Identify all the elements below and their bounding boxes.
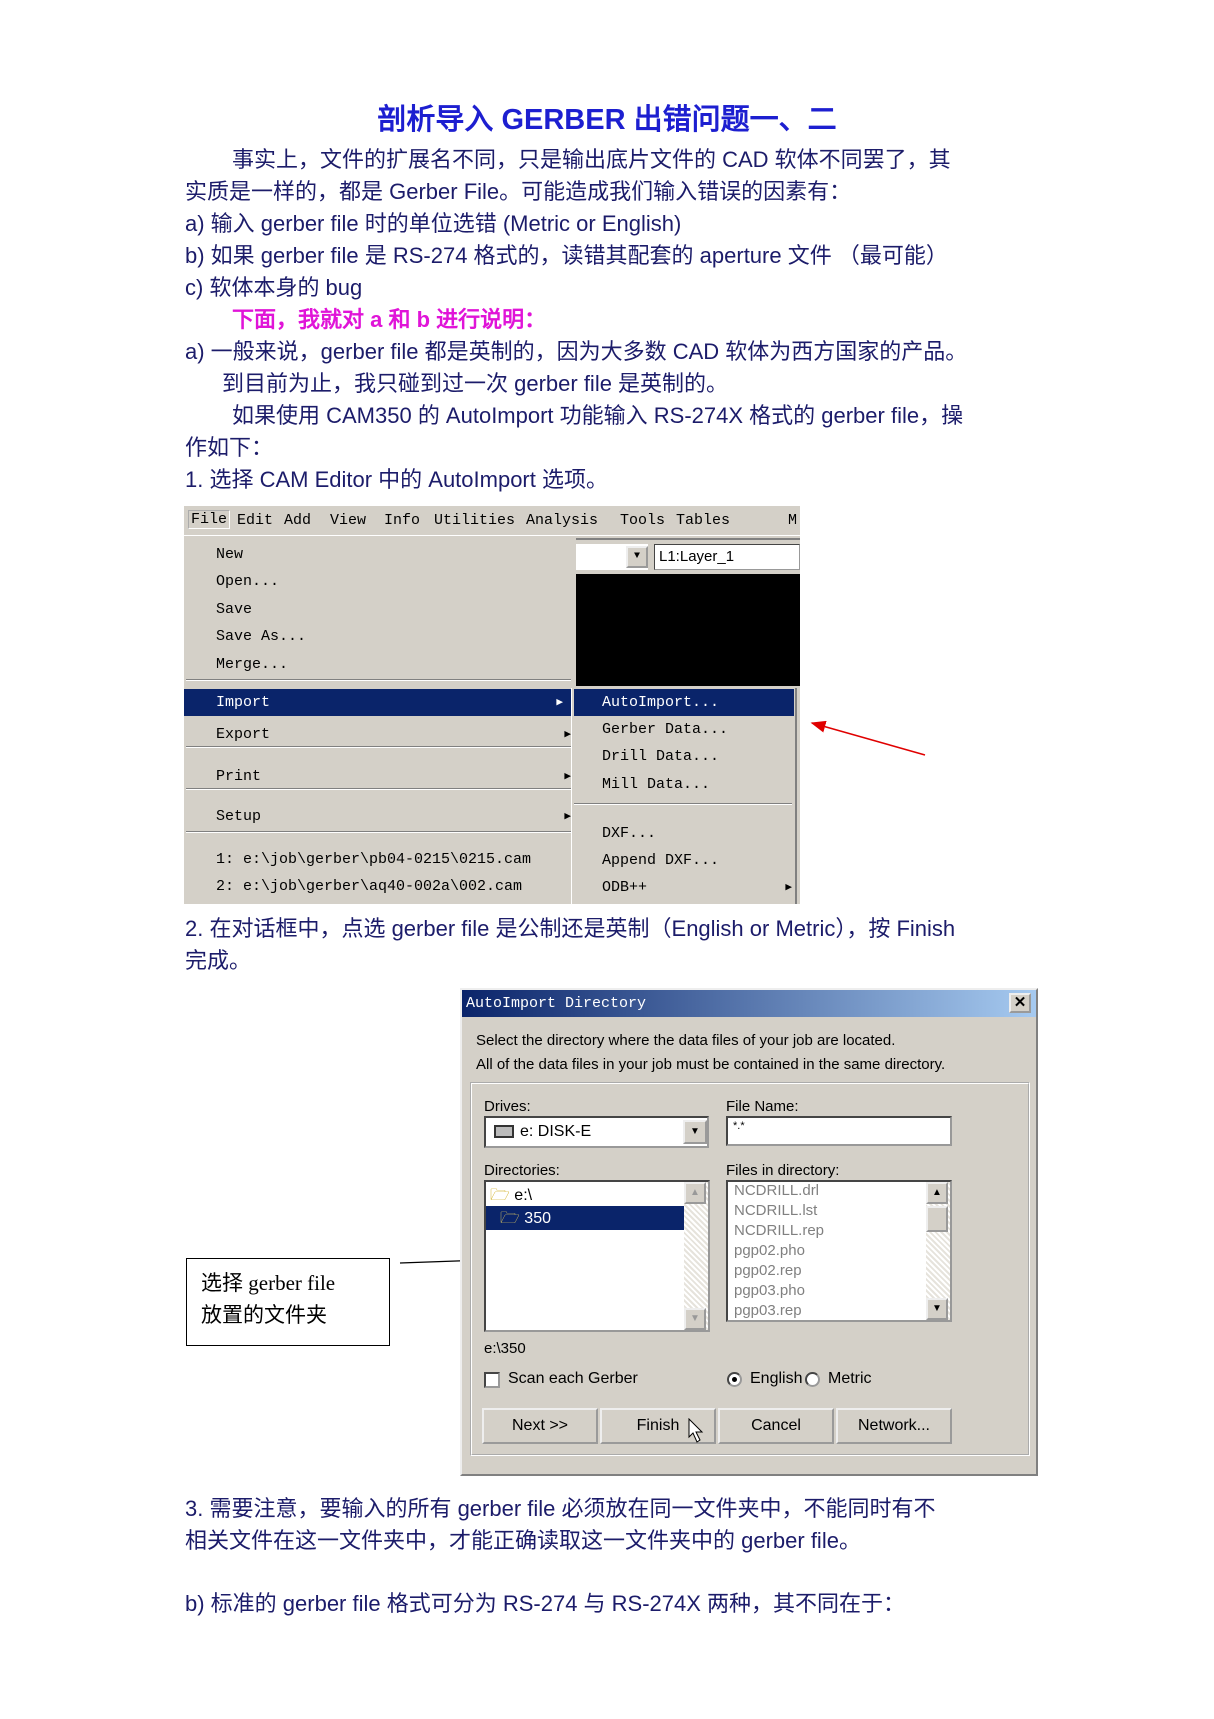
directories-label: Directories: <box>484 1162 560 1179</box>
scan-checkbox[interactable] <box>484 1372 500 1388</box>
file-item: pgp02.pho <box>734 1242 805 1259</box>
dialog-title-bar: AutoImport Directory ✕ <box>462 990 1036 1017</box>
dialog-description: All of the data files in your job must b… <box>476 1056 946 1073</box>
scroll-up-icon[interactable]: ▲ <box>684 1182 706 1204</box>
drive-icon <box>494 1125 514 1138</box>
file-item: pgp03.rep <box>734 1302 802 1319</box>
mouse-cursor-icon <box>688 1418 704 1443</box>
metric-label: Metric <box>828 1370 872 1387</box>
autoimport-dialog: AutoImport Directory ✕ Select the direct… <box>460 988 1038 1476</box>
chevron-down-icon[interactable]: ▼ <box>683 1120 707 1144</box>
file-item: NCDRILL.drl <box>734 1182 820 1199</box>
current-path: e:\350 <box>484 1340 526 1357</box>
scrollbar[interactable]: ▲ ▼ <box>926 1182 950 1320</box>
filename-label: File Name: <box>726 1098 799 1115</box>
scrollbar[interactable]: ▲ ▼ <box>684 1182 708 1330</box>
drives-dropdown[interactable]: e: DISK-E ▼ <box>484 1116 709 1148</box>
callout-text: 放置的文件夹 <box>201 1303 327 1327</box>
folder-open-icon: 🗁 <box>490 1187 510 1204</box>
scroll-thumb[interactable] <box>926 1206 948 1232</box>
scan-label: Scan each Gerber <box>508 1370 638 1387</box>
scroll-down-icon[interactable]: ▼ <box>926 1298 948 1320</box>
close-icon[interactable]: ✕ <box>1009 993 1031 1013</box>
scroll-down-icon[interactable]: ▼ <box>684 1308 706 1330</box>
files-list[interactable]: NCDRILL.drl NCDRILL.lst NCDRILL.rep pgp0… <box>726 1180 952 1322</box>
file-item: pgp03.pho <box>734 1282 805 1299</box>
section-b: b) 标准的 gerber file 格式可分为 RS-274 与 RS-274… <box>185 1591 906 1616</box>
step-2: 2. 在对话框中，点选 gerber file 是公制还是英制（English … <box>185 916 956 941</box>
red-arrow-autoimport <box>810 720 926 756</box>
file-item: NCDRILL.lst <box>734 1202 818 1219</box>
callout-text: 选择 gerber file <box>201 1271 336 1295</box>
step-3: 相关文件在这一文件夹中，才能正确读取这一文件夹中的 gerber file。 <box>185 1528 861 1553</box>
metric-radio[interactable] <box>805 1372 820 1387</box>
dialog-title: AutoImport Directory <box>466 995 647 1012</box>
folder-open-icon: 🗁 <box>500 1210 520 1227</box>
next-button[interactable]: Next >> <box>482 1408 598 1444</box>
file-item: NCDRILL.rep <box>734 1222 825 1239</box>
drives-label: Drives: <box>484 1098 531 1115</box>
dir-item-selected[interactable]: 🗁 350 <box>486 1206 684 1230</box>
step-2: 完成。 <box>185 948 252 973</box>
english-label: English <box>750 1370 803 1387</box>
network-button[interactable]: Network... <box>836 1408 952 1444</box>
filename-input[interactable]: *.* <box>726 1116 952 1146</box>
cancel-button[interactable]: Cancel <box>718 1408 834 1444</box>
file-item: pgp02.rep <box>734 1262 802 1279</box>
files-label: Files in directory: <box>726 1162 840 1179</box>
english-radio[interactable] <box>727 1372 742 1387</box>
scroll-up-icon[interactable]: ▲ <box>926 1182 948 1204</box>
dialog-description: Select the directory where the data file… <box>476 1032 896 1049</box>
step-3: 3. 需要注意，要输入的所有 gerber file 必须放在同一文件夹中，不能… <box>185 1496 936 1521</box>
callout-box: 选择 gerber file 放置的文件夹 <box>186 1258 390 1346</box>
directories-list[interactable]: 🗁 e:\ 🗁 350 ▲ ▼ <box>484 1180 710 1332</box>
